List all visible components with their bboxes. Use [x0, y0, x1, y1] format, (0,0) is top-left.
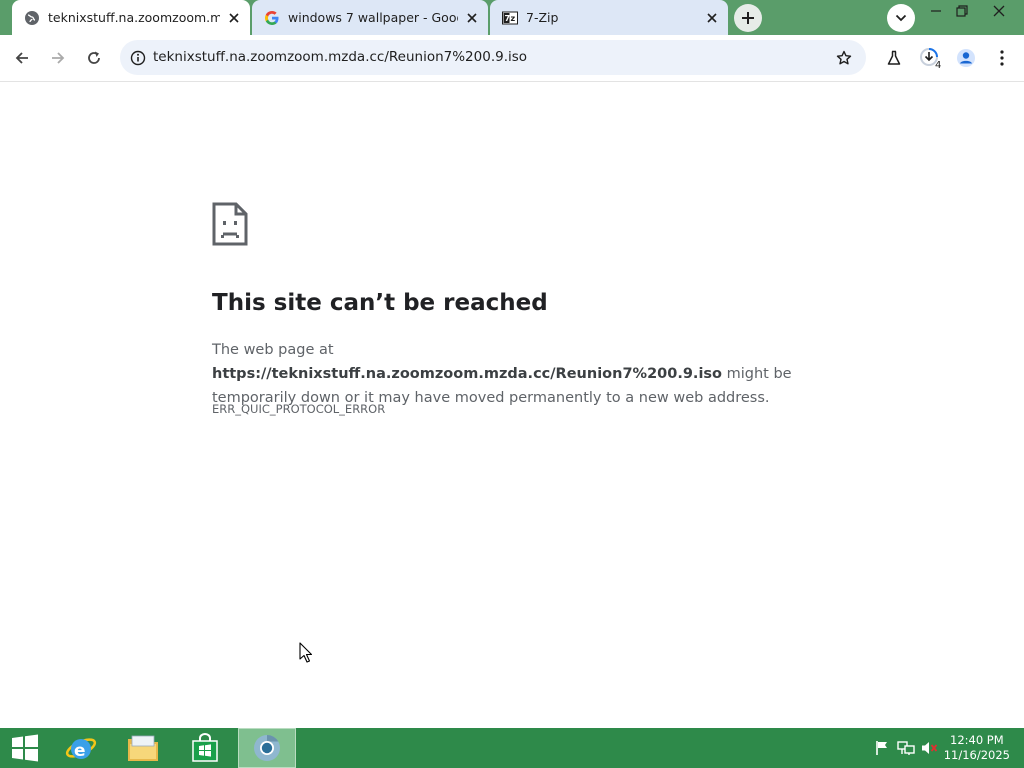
error-description: The web page at https://teknixstuff.na.z… — [212, 338, 832, 410]
download-count: 4 — [935, 60, 942, 71]
arrow-right-icon — [52, 52, 65, 64]
downloads-button[interactable]: 4 — [915, 43, 945, 73]
chrome-icon — [254, 734, 280, 761]
internet-explorer-icon: e — [65, 738, 97, 761]
taskbar-file-explorer[interactable] — [114, 728, 172, 768]
svg-text:z: z — [511, 14, 516, 23]
page-content: This site can’t be reached The web page … — [0, 82, 1024, 728]
reload-button[interactable] — [79, 43, 109, 73]
back-button[interactable] — [7, 43, 37, 73]
browser-toolbar: teknixstuff.na.zoomzoom.mzda.cc/Reunion7… — [0, 35, 1024, 82]
start-button[interactable] — [0, 728, 50, 768]
tab-title: windows 7 wallpaper - Google Search — [288, 10, 458, 25]
avatar-icon — [957, 49, 975, 67]
close-window-button[interactable] — [983, 0, 1015, 22]
restore-button[interactable] — [947, 0, 977, 22]
tab-7zip[interactable]: 7z 7-Zip — [490, 0, 728, 35]
store-icon — [192, 733, 218, 762]
taskbar-internet-explorer[interactable]: e — [52, 728, 110, 768]
close-tab-icon[interactable] — [704, 10, 720, 26]
system-clock[interactable]: 12:40 PM 11/16/2025 — [944, 733, 1010, 763]
site-info-icon[interactable] — [126, 46, 150, 70]
sad-page-icon — [212, 202, 248, 250]
google-icon — [264, 10, 280, 26]
reload-icon — [88, 51, 100, 64]
profile-button[interactable] — [951, 43, 981, 73]
error-desc-prefix: The web page at — [212, 342, 334, 358]
mouse-cursor-icon — [299, 642, 313, 668]
svg-text:e: e — [74, 741, 86, 761]
close-tab-icon[interactable] — [226, 10, 242, 26]
tab-title: 7-Zip — [526, 10, 559, 25]
labs-button[interactable] — [879, 43, 909, 73]
taskbar: e 12:40 PM 11/16/2025 — [0, 728, 1024, 768]
close-icon — [993, 5, 1005, 17]
url-text: teknixstuff.na.zoomzoom.mzda.cc/Reunion7… — [153, 49, 528, 65]
volume-muted-icon[interactable] — [920, 738, 940, 758]
network-icon[interactable] — [896, 738, 916, 758]
windows-logo-icon — [12, 734, 38, 762]
tab-title: teknixstuff.na.zoomzoom.mzda.cc/Reunion7… — [48, 10, 220, 25]
tab-search-button[interactable] — [887, 4, 915, 32]
bookmark-star-icon[interactable] — [832, 46, 856, 70]
tab-google-search[interactable]: windows 7 wallpaper - Google Search — [252, 0, 488, 35]
error-url: https://teknixstuff.na.zoomzoom.mzda.cc/… — [212, 366, 723, 382]
arrow-left-icon — [15, 52, 28, 64]
tab-teknixstuff[interactable]: teknixstuff.na.zoomzoom.mzda.cc/Reunion7… — [12, 0, 250, 35]
flask-icon — [887, 50, 901, 65]
action-center-flag-icon[interactable] — [872, 738, 892, 758]
error-code: ERR_QUIC_PROTOCOL_ERROR — [212, 402, 386, 416]
new-tab-button[interactable] — [734, 4, 762, 32]
close-tab-icon[interactable] — [464, 10, 480, 26]
clock-date: 11/16/2025 — [943, 748, 1010, 762]
7zip-icon: 7z — [502, 10, 518, 26]
plus-icon — [742, 12, 754, 24]
menu-button[interactable] — [987, 43, 1017, 73]
restore-icon — [956, 5, 968, 17]
forward-button[interactable] — [43, 43, 73, 73]
minimize-icon — [931, 10, 941, 12]
tab-strip: teknixstuff.na.zoomzoom.mzda.cc/Reunion7… — [0, 0, 1024, 35]
kebab-menu-icon — [1000, 50, 1004, 66]
taskbar-store[interactable] — [176, 728, 234, 768]
globe-icon — [24, 10, 40, 26]
folder-icon — [128, 735, 158, 761]
error-title: This site can’t be reached — [212, 290, 548, 316]
chevron-down-icon — [895, 14, 907, 22]
clock-time: 12:40 PM — [950, 733, 1004, 747]
address-bar[interactable]: teknixstuff.na.zoomzoom.mzda.cc/Reunion7… — [120, 40, 866, 75]
svg-text:7: 7 — [505, 14, 511, 23]
taskbar-chrome[interactable] — [238, 728, 296, 768]
